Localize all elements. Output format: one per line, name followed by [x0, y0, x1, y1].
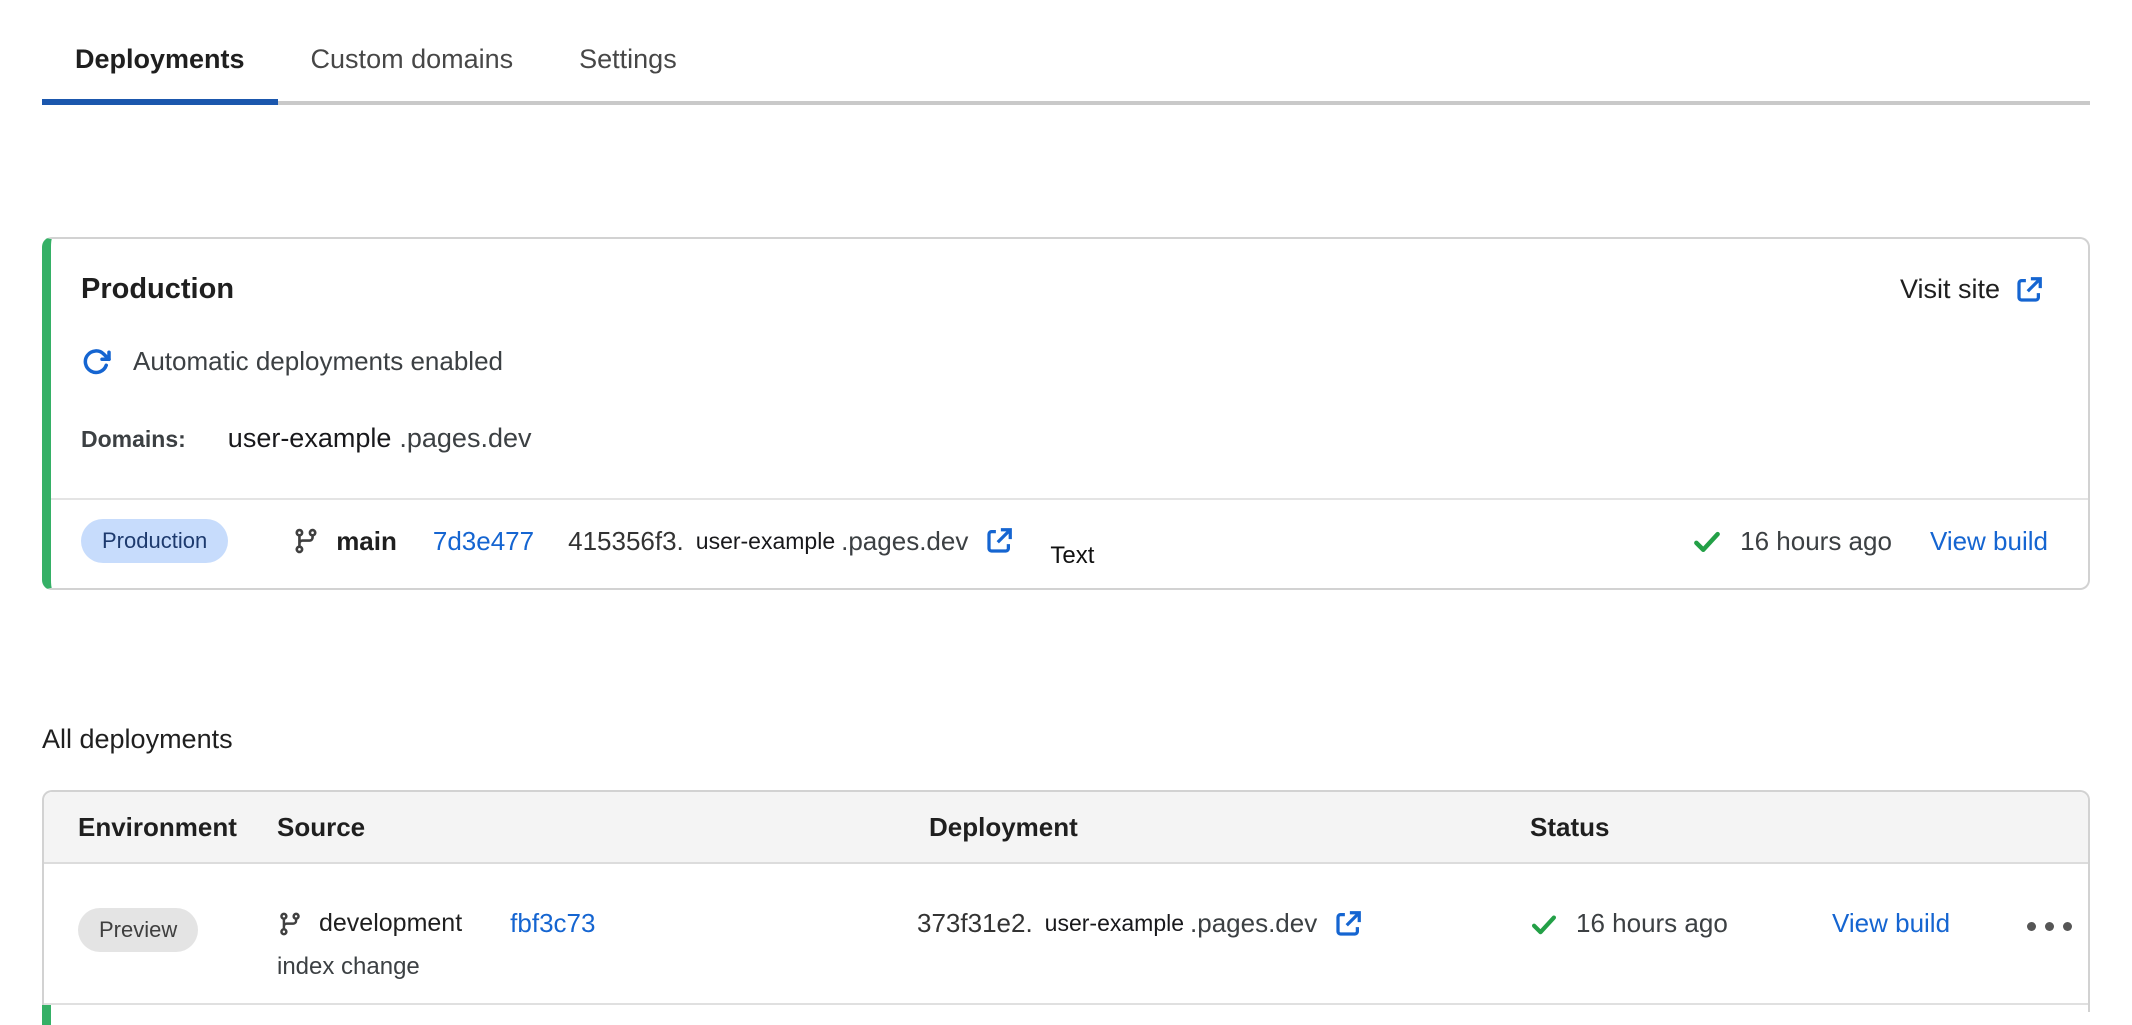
- domain-name: user-example: [228, 423, 392, 454]
- production-card-header: Production Visit site: [51, 239, 2088, 306]
- git-branch-icon: [292, 527, 320, 555]
- visit-site-label: Visit site: [1900, 274, 2000, 305]
- external-link-icon[interactable]: [984, 526, 1014, 556]
- commit-link[interactable]: 7d3e477: [433, 526, 534, 557]
- deployments-table: Environment Source Deployment Status Pre…: [42, 790, 2090, 1012]
- column-header-deployment: Deployment: [917, 812, 1522, 843]
- domain-suffix: .pages.dev: [399, 423, 531, 454]
- domains-row: Domains: user-example .pages.dev: [51, 423, 2088, 454]
- tab-settings[interactable]: Settings: [546, 28, 710, 101]
- deployment-cell: 373f31e2. user-example .pages.dev: [917, 908, 1522, 939]
- deployment-time: 16 hours ago: [1740, 526, 1892, 557]
- git-branch-icon: [277, 911, 303, 937]
- branch-name: development: [319, 909, 462, 938]
- table-row: Preview development fbf3c73 index change…: [44, 864, 2088, 1005]
- deployment-domain-suffix: .pages.dev: [1190, 908, 1317, 939]
- external-link-icon: [2014, 275, 2044, 305]
- domains-label: Domains:: [81, 426, 186, 453]
- text-note: Text: [1050, 542, 1094, 570]
- visit-site-link[interactable]: Visit site: [1900, 274, 2044, 305]
- column-header-status: Status: [1522, 812, 1812, 843]
- auto-deployments-status: Automatic deployments enabled: [51, 346, 2088, 377]
- row-menu-cell: [2007, 908, 2088, 931]
- production-status-group: 16 hours ago View build: [1692, 526, 2048, 557]
- next-row-accent: [42, 1005, 51, 1025]
- production-title: Production: [81, 273, 234, 306]
- success-check-icon: [1692, 526, 1722, 556]
- commit-link[interactable]: fbf3c73: [510, 908, 595, 939]
- tab-custom-domains[interactable]: Custom domains: [278, 28, 547, 101]
- table-header-row: Environment Source Deployment Status: [44, 792, 2088, 864]
- refresh-icon: [81, 347, 111, 377]
- success-check-icon: [1530, 910, 1558, 938]
- status-cell: 16 hours ago: [1522, 908, 1812, 939]
- environment-cell: Preview: [44, 908, 277, 952]
- auto-deployments-label: Automatic deployments enabled: [133, 346, 503, 377]
- view-build-cell: View build: [1812, 908, 2007, 939]
- deployment-domain-name: user-example: [696, 528, 835, 555]
- deployment-time: 16 hours ago: [1576, 908, 1728, 939]
- tab-deployments[interactable]: Deployments: [42, 28, 278, 101]
- more-options-icon[interactable]: [2027, 922, 2088, 931]
- view-build-link[interactable]: View build: [1930, 526, 2048, 557]
- environment-badge-production: Production: [81, 519, 228, 563]
- deployment-subdomain: 415356f3.: [568, 526, 684, 557]
- branch-name: main: [336, 526, 397, 557]
- production-card: Production Visit site Automatic deployme…: [42, 237, 2090, 590]
- column-header-environment: Environment: [44, 812, 277, 843]
- source-cell: development fbf3c73 index change: [277, 908, 917, 981]
- deployment-domain-suffix: .pages.dev: [841, 526, 968, 557]
- all-deployments-title: All deployments: [42, 724, 233, 755]
- tab-bar: Deployments Custom domains Settings: [42, 28, 2090, 105]
- view-build-link[interactable]: View build: [1832, 908, 1950, 938]
- external-link-icon[interactable]: [1333, 909, 1363, 939]
- commit-message: index change: [277, 953, 917, 981]
- column-header-source: Source: [277, 812, 917, 843]
- environment-badge-preview: Preview: [78, 908, 198, 952]
- production-deployment-row: Production main 7d3e477 415356f3. user-e…: [51, 500, 2088, 582]
- deployment-domain-name: user-example: [1045, 910, 1184, 937]
- deployment-subdomain: 373f31e2.: [917, 908, 1033, 939]
